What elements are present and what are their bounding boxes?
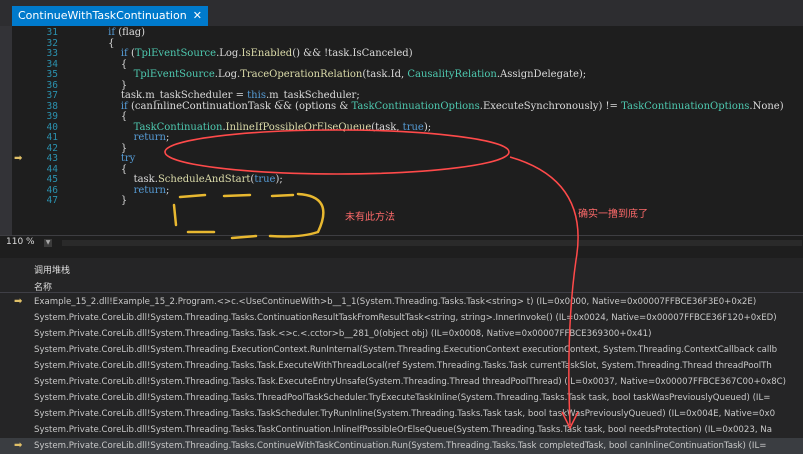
code-line[interactable]: task.ScheduleAndStart(true); (70, 174, 283, 186)
frame-text: Example_15_2.dll!Example_15_2.Program.<>… (34, 297, 757, 307)
document-tab-bar: ContinueWithTaskContinuation ✕ (0, 0, 803, 26)
annotation-not-exist: 未有此方法 (345, 212, 395, 223)
annotation-bottom: 确实一撸到底了 (578, 209, 648, 220)
code-line[interactable]: if (flag) (70, 27, 145, 39)
frame-text: System.Private.CoreLib.dll!System.Thread… (34, 409, 776, 419)
code-line[interactable]: if (TplEventSource.Log.IsEnabled() && !t… (70, 48, 413, 60)
call-stack-frame[interactable]: System.Private.CoreLib.dll!System.Thread… (0, 390, 803, 406)
line-number: 33 (46, 48, 58, 59)
current-statement-arrow-icon: ➡ (14, 153, 23, 164)
document-tab[interactable]: ContinueWithTaskContinuation ✕ (12, 6, 208, 26)
selected-frame-arrow-icon: ➡ (14, 440, 23, 451)
frame-text: System.Private.CoreLib.dll!System.Thread… (34, 393, 771, 403)
line-number: 45 (46, 174, 58, 185)
breakpoint-margin[interactable] (0, 26, 12, 235)
code-line[interactable]: task.m_taskScheduler = this.m_taskSchedu… (70, 90, 360, 102)
frame-text: System.Private.CoreLib.dll!System.Thread… (34, 377, 787, 387)
column-header-name: 名称 (34, 283, 53, 293)
frame-text: System.Private.CoreLib.dll!System.Thread… (34, 313, 777, 323)
frame-text: System.Private.CoreLib.dll!System.Thread… (34, 361, 772, 371)
call-stack-frame[interactable]: System.Private.CoreLib.dll!System.Thread… (0, 326, 803, 342)
code-line[interactable]: } (70, 195, 127, 207)
code-lines[interactable]: if (flag) { if (TplEventSource.Log.IsEna… (70, 26, 803, 235)
code-line[interactable]: try (70, 153, 135, 165)
line-number: 41 (46, 132, 58, 143)
code-line[interactable]: if (canInlineContinuationTask && (option… (70, 101, 784, 113)
call-stack-frame[interactable]: System.Private.CoreLib.dll!System.Thread… (0, 310, 803, 326)
close-icon[interactable]: ✕ (193, 6, 202, 26)
line-number: 31 (46, 27, 58, 38)
zoom-dropdown-icon[interactable]: ▼ (44, 239, 52, 247)
call-stack-frame[interactable]: ➡ Example_15_2.dll!Example_15_2.Program.<… (0, 294, 803, 310)
call-stack-frame[interactable]: ➡ System.Private.CoreLib.dll!System.Threa… (0, 438, 803, 454)
frame-text: System.Private.CoreLib.dll!System.Thread… (34, 441, 767, 451)
call-stack-frame[interactable]: System.Private.CoreLib.dll!System.Thread… (0, 342, 803, 358)
editor-status-bar: 110 % ▼ (0, 235, 803, 250)
horizontal-scrollbar[interactable] (62, 240, 802, 246)
code-line[interactable]: TplEventSource.Log.TraceOperationRelatio… (70, 69, 587, 81)
tab-title: ContinueWithTaskContinuation (18, 9, 187, 22)
editor-gutter: 31 32 33 34 35 36 37 38 39 40 41 42 43 44 45 46 47 (0, 26, 70, 235)
code-line[interactable]: { (70, 111, 127, 123)
panel-title: 调用堆栈 (34, 266, 71, 276)
call-stack-panel: 调用堆栈 名称 ➡ Example_15_2.dll!Example_15_2.P… (0, 258, 803, 454)
line-number: 37 (46, 90, 58, 101)
current-frame-arrow-icon: ➡ (14, 296, 23, 307)
call-stack-frame[interactable]: System.Private.CoreLib.dll!System.Thread… (0, 358, 803, 374)
frame-text: System.Private.CoreLib.dll!System.Thread… (34, 425, 772, 435)
code-editor[interactable]: 31 32 33 34 35 36 37 38 39 40 41 42 43 44 45 46 47 ➡ if … (0, 26, 803, 235)
frame-text: System.Private.CoreLib.dll!System.Thread… (34, 345, 778, 355)
call-stack-frame[interactable]: System.Private.CoreLib.dll!System.Thread… (0, 374, 803, 390)
line-number: 47 (46, 195, 58, 206)
zoom-level[interactable]: 110 % (6, 237, 35, 247)
call-stack-frame[interactable]: System.Private.CoreLib.dll!System.Thread… (0, 422, 803, 438)
code-line[interactable]: return; (70, 132, 170, 144)
line-number: 35 (46, 69, 58, 80)
line-number: 39 (46, 111, 58, 122)
frame-text: System.Private.CoreLib.dll!System.Thread… (34, 329, 652, 339)
column-header[interactable]: 名称 (0, 279, 803, 293)
call-stack-frame[interactable]: System.Private.CoreLib.dll!System.Thread… (0, 406, 803, 422)
